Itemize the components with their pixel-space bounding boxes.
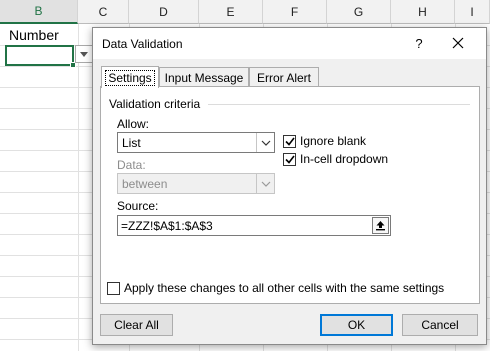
data-label: Data: <box>117 158 146 172</box>
close-icon <box>452 37 464 49</box>
in-cell-dropdown-checkbox[interactable] <box>283 152 296 166</box>
allow-dropdown-arrow[interactable] <box>256 133 274 152</box>
chevron-down-icon <box>261 181 270 187</box>
collapse-dialog-button[interactable] <box>372 217 389 234</box>
column-header-i[interactable]: I <box>455 0 490 24</box>
close-button[interactable] <box>447 33 469 53</box>
data-value: between <box>122 177 168 191</box>
chevron-down-icon <box>80 51 88 57</box>
dialog-title: Data Validation <box>102 37 183 51</box>
ok-button[interactable]: OK <box>320 314 393 336</box>
column-header-f[interactable]: F <box>263 0 327 24</box>
tab-error-alert-label: Error Alert <box>256 70 311 85</box>
source-value: =ZZZ!$A$1:$A$3 <box>121 219 213 233</box>
apply-all-label: Apply these changes to all other cells w… <box>124 281 445 295</box>
settings-panel <box>100 86 480 304</box>
column-header-e[interactable]: E <box>199 0 263 24</box>
ignore-blank-row[interactable]: Ignore blank <box>283 134 366 148</box>
tab-input-message[interactable]: Input Message <box>159 67 249 87</box>
column-header-b[interactable]: B <box>0 0 78 24</box>
column-header-g[interactable]: G <box>327 0 391 24</box>
dialog-title-bar[interactable]: Data Validation ? <box>93 28 486 59</box>
checkmark-icon <box>284 155 295 164</box>
data-validation-dialog: Data Validation ? Settings Input Message… <box>92 27 487 345</box>
apply-all-checkbox[interactable] <box>107 281 120 295</box>
data-dropdown-arrow <box>256 174 274 193</box>
tab-error-alert[interactable]: Error Alert <box>249 67 319 87</box>
source-input[interactable]: =ZZZ!$A$1:$A$3 <box>117 215 391 236</box>
allow-select[interactable]: List <box>117 132 275 153</box>
range-select-icon <box>376 221 385 231</box>
ignore-blank-label: Ignore blank <box>300 134 367 148</box>
tab-settings[interactable]: Settings <box>101 66 159 88</box>
active-cell-b2[interactable] <box>5 45 74 66</box>
clear-all-button[interactable]: Clear All <box>100 314 173 336</box>
in-cell-dropdown-row[interactable]: In-cell dropdown <box>283 152 388 166</box>
allow-value: List <box>122 136 141 150</box>
chevron-down-icon <box>261 140 270 146</box>
allow-label: Allow: <box>117 117 150 131</box>
checkmark-icon <box>284 137 295 146</box>
source-label: Source: <box>117 199 159 213</box>
cancel-button[interactable]: Cancel <box>402 314 478 336</box>
column-header-d[interactable]: D <box>129 0 199 24</box>
grid-line <box>78 24 79 351</box>
column-header-h[interactable]: H <box>391 0 455 24</box>
in-cell-dropdown-label: In-cell dropdown <box>300 152 389 166</box>
group-title-validation-criteria: Validation criteria <box>109 97 205 111</box>
help-button[interactable]: ? <box>411 33 427 53</box>
tab-input-message-label: Input Message <box>164 70 244 85</box>
column-header-c[interactable]: C <box>78 0 129 24</box>
data-select: between <box>117 173 275 194</box>
cell-b1-text[interactable]: Number <box>9 27 59 43</box>
apply-all-row[interactable]: Apply these changes to all other cells w… <box>107 281 444 295</box>
cell-dropdown-button[interactable] <box>75 45 93 63</box>
tab-settings-label: Settings <box>105 69 155 86</box>
group-divider <box>208 104 470 105</box>
ignore-blank-checkbox[interactable] <box>283 134 296 148</box>
